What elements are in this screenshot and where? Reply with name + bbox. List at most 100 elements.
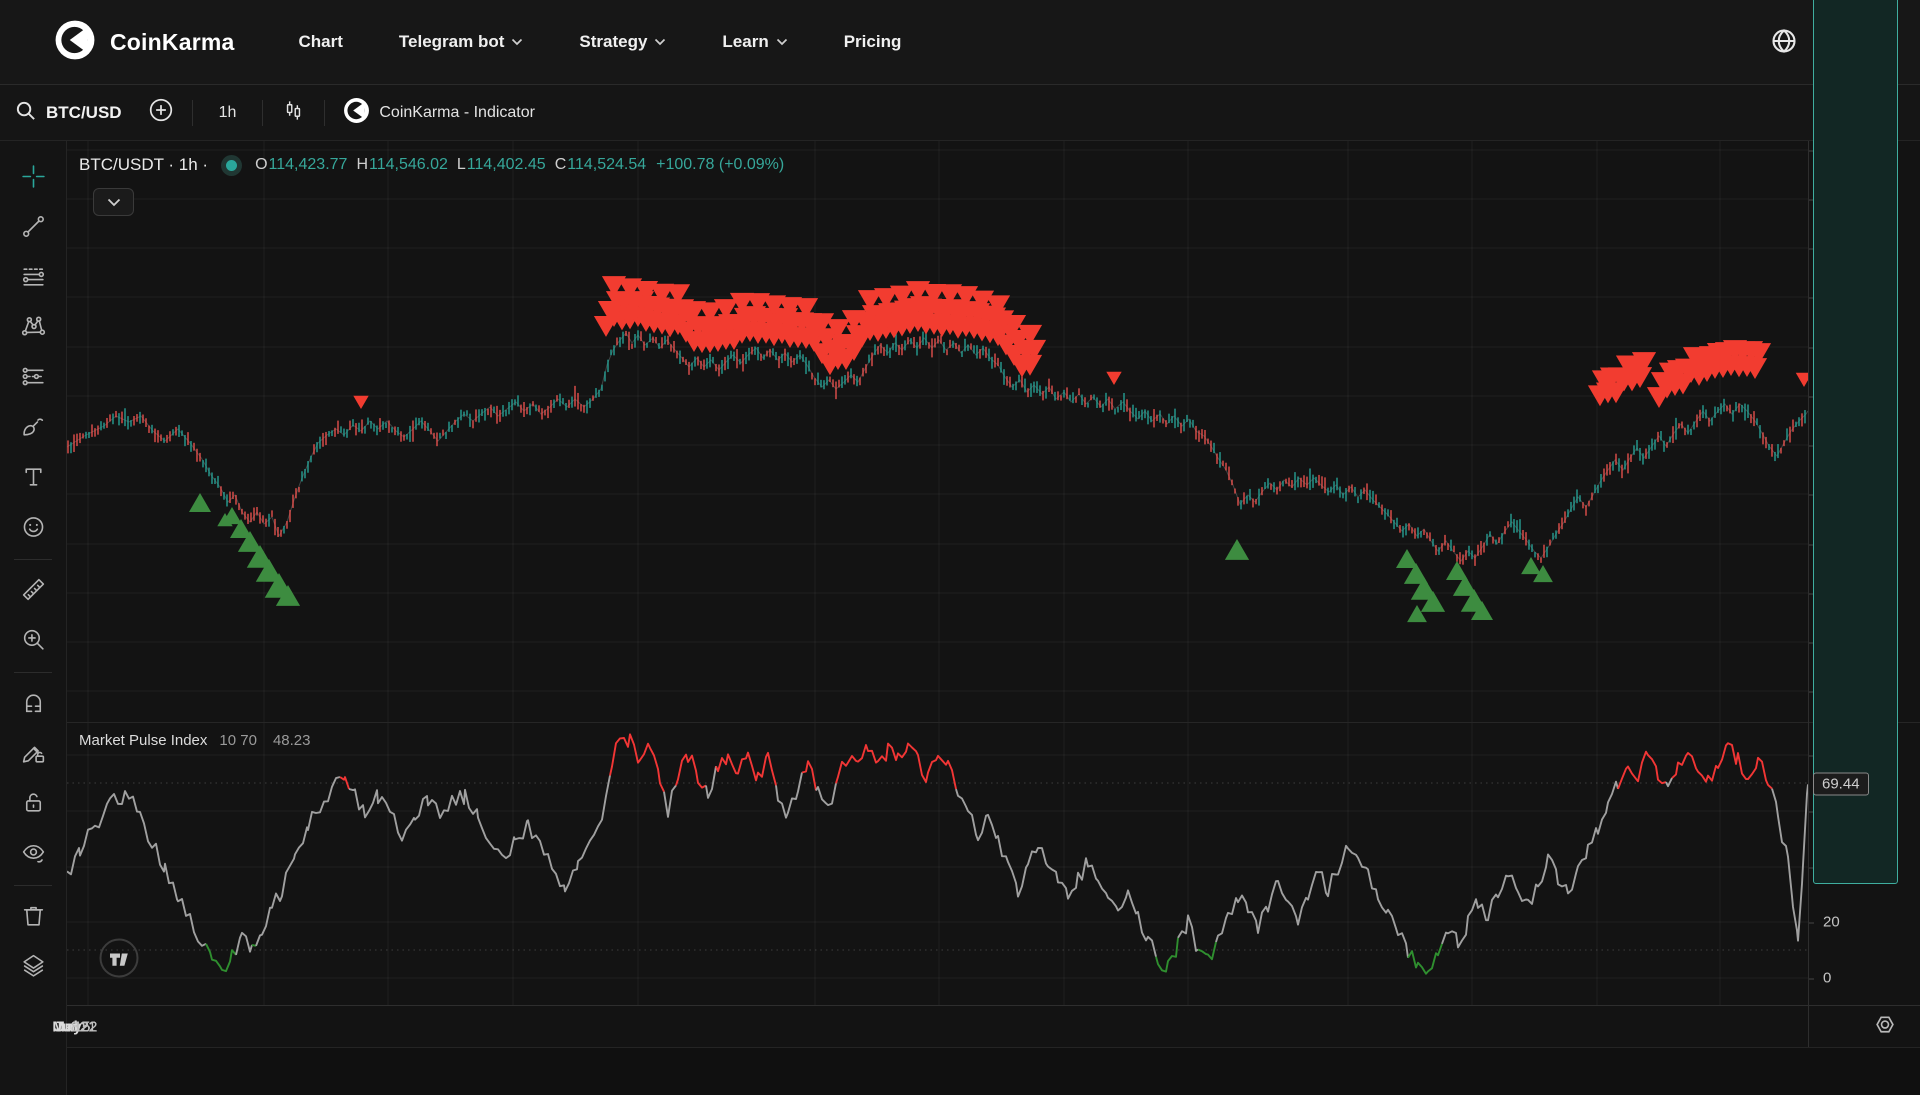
main-nav: Chart Telegram bot Strategy Learn Pricing	[299, 32, 902, 52]
tradingview-logo-icon[interactable]	[99, 938, 139, 978]
time-axis-label: 22	[81, 1018, 98, 1035]
tool-crosshair-button[interactable]	[11, 153, 55, 203]
indicator-axis-label: 20	[1823, 914, 1840, 931]
emoji-icon	[20, 513, 47, 543]
toolbar-divider	[14, 672, 52, 673]
legend-symbol[interactable]: BTC/USDT · 1h ·	[79, 155, 208, 175]
price-axis[interactable]: 88,000.0084,000.0080,000.0076,000.0072,0…	[1808, 141, 1920, 1047]
symbol-toolbar: BTC/USD 1h CoinKarma - I	[0, 84, 1920, 141]
nav-item-learn[interactable]: Learn	[722, 32, 787, 52]
coinkarma-logo-icon	[54, 19, 96, 66]
chevron-down-icon	[511, 38, 523, 46]
ohlc-value: 114,423.77	[269, 156, 348, 173]
toolbar-separator	[324, 100, 325, 126]
tool-emoji-button[interactable]	[11, 503, 55, 553]
tool-layers-button[interactable]	[11, 942, 55, 992]
toolbar-separator	[192, 100, 193, 126]
nav-item-strategy[interactable]: Strategy	[579, 32, 666, 52]
brand[interactable]: CoinKarma	[54, 19, 235, 66]
toolbar-divider	[14, 885, 52, 886]
tool-ruler-button[interactable]	[11, 566, 55, 616]
brush-icon	[20, 413, 47, 443]
nav-item-label: Chart	[299, 32, 343, 52]
timezone-settings-button[interactable]	[1873, 1013, 1898, 1041]
trash-icon	[20, 902, 47, 932]
chevron-down-icon	[776, 38, 788, 46]
pane-divider[interactable]	[67, 722, 1920, 723]
ohlc-item: H114,546.02	[356, 156, 447, 174]
layers-icon	[20, 952, 47, 982]
time-axis[interactable]: 21May81522Jun81522Jul81522	[67, 1005, 1920, 1047]
symbol-name: BTC/USD	[46, 103, 122, 123]
tool-zoom-in-button[interactable]	[11, 616, 55, 666]
status-dot-icon	[226, 160, 237, 171]
chevron-down-icon	[654, 38, 666, 46]
draw-lock-icon	[20, 739, 47, 769]
chart-style-button[interactable]	[281, 98, 306, 128]
interval-button[interactable]: 1h	[211, 104, 245, 122]
nav-item-label: Learn	[722, 32, 768, 52]
ohlc-value: 114,402.45	[467, 156, 546, 173]
interval-value: 1h	[211, 104, 245, 122]
tool-long-position-button[interactable]	[11, 353, 55, 403]
nav-item-label: Strategy	[579, 32, 647, 52]
current-indicator-tag: 69.44	[1813, 773, 1869, 796]
sell-signal-markers	[353, 276, 1808, 409]
chevron-down-icon	[107, 195, 121, 210]
ohlc-item: O114,423.77	[255, 156, 347, 174]
ohlc-item: C114,524.54	[555, 156, 646, 174]
tool-lock-button[interactable]	[11, 779, 55, 829]
lock-icon	[20, 789, 47, 819]
tool-magnet-button[interactable]	[11, 679, 55, 729]
text-icon	[20, 463, 47, 493]
tool-multi-lines-button[interactable]	[11, 253, 55, 303]
current-price-tag: 67,062.01	[1813, 0, 1898, 884]
compare-button[interactable]	[148, 97, 174, 128]
chart-region: BTC/USDT · 1h · O114,423.77H114,546.02L1…	[67, 141, 1920, 1095]
nav-item-telegram-bot[interactable]: Telegram bot	[399, 32, 523, 52]
tool-draw-lock-button[interactable]	[11, 729, 55, 779]
ohlc-key: O	[255, 156, 267, 173]
long-position-icon	[20, 363, 47, 393]
symbol-legend: BTC/USDT · 1h · O114,423.77H114,546.02L1…	[79, 155, 784, 175]
indicator-axis-label: 0	[1823, 970, 1831, 987]
gear-hex-icon	[1873, 1013, 1898, 1041]
nav-item-label: Pricing	[844, 32, 902, 52]
ohlc-value: 114,546.02	[369, 156, 448, 173]
tool-xabcd-pattern-button[interactable]	[11, 303, 55, 353]
tool-text-button[interactable]	[11, 453, 55, 503]
zoom-in-icon	[20, 626, 47, 656]
tool-trend-line-button[interactable]	[11, 203, 55, 253]
ohlc-value: 114,524.54	[567, 156, 646, 173]
search-icon	[14, 99, 37, 127]
drawing-toolbar	[0, 141, 67, 1095]
top-nav: CoinKarma Chart Telegram bot Strategy Learn…	[0, 0, 1920, 84]
nav-item-chart[interactable]: Chart	[299, 32, 343, 52]
magnet-icon	[20, 689, 47, 719]
tool-eye-button[interactable]	[11, 829, 55, 879]
indicator-chip[interactable]: CoinKarma - Indicator	[343, 97, 535, 129]
nav-item-label: Telegram bot	[399, 32, 504, 52]
language-globe-button[interactable]	[1770, 27, 1798, 58]
tool-brush-button[interactable]	[11, 403, 55, 453]
indicator-legend: Market Pulse Index 10 70 48.23	[79, 732, 311, 749]
legend-change: +100.78 (+0.09%)	[656, 156, 784, 174]
bottom-strip	[67, 1047, 1920, 1095]
legend-expand-button[interactable]	[93, 188, 134, 216]
main-area: BTC/USDT · 1h · O114,423.77H114,546.02L1…	[0, 141, 1920, 1095]
trend-line-icon	[20, 213, 47, 243]
globe-icon	[1770, 27, 1798, 58]
chart-canvas[interactable]	[67, 141, 1808, 1005]
indicator-title[interactable]: Market Pulse Index	[79, 732, 207, 749]
crosshair-icon	[20, 163, 47, 193]
nav-item-pricing[interactable]: Pricing	[844, 32, 902, 52]
xabcd-pattern-icon	[20, 313, 47, 343]
tool-trash-button[interactable]	[11, 892, 55, 942]
brand-name: CoinKarma	[110, 29, 235, 56]
indicator-name: CoinKarma - Indicator	[379, 104, 535, 122]
plus-circle-icon	[148, 97, 174, 128]
symbol-search[interactable]: BTC/USD	[14, 99, 122, 127]
toolbar-divider	[14, 559, 52, 560]
ohlc-values: O114,423.77H114,546.02L114,402.45C114,52…	[255, 156, 646, 174]
ohlc-key: C	[555, 156, 567, 173]
